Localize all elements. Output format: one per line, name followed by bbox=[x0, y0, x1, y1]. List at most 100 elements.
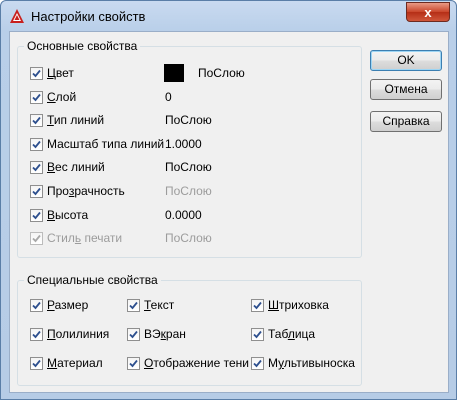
properties-dialog: Настройки свойств x Основные свойства Цв… bbox=[0, 0, 457, 400]
basic-property-checkbox[interactable] bbox=[30, 90, 43, 104]
access-key: П bbox=[47, 327, 56, 341]
special-property-checkbox[interactable] bbox=[251, 357, 264, 370]
checkbox-label[interactable]: Полилиния bbox=[47, 327, 109, 341]
property-value: ПоСлою bbox=[198, 66, 245, 80]
special-property-checkbox[interactable] bbox=[127, 299, 140, 312]
label-text: М bbox=[268, 356, 279, 370]
cancel-button[interactable]: Отмена bbox=[370, 79, 442, 100]
checkmark-icon bbox=[253, 330, 262, 339]
property-value: ПоСлою bbox=[165, 113, 212, 128]
basic-property-checkbox[interactable] bbox=[30, 137, 43, 151]
label-text: азмер bbox=[54, 298, 89, 312]
basic-property-checkbox[interactable] bbox=[30, 67, 43, 80]
checkmark-icon bbox=[253, 359, 262, 368]
access-key: В bbox=[47, 207, 56, 222]
special-property-checkbox[interactable] bbox=[251, 299, 264, 312]
checkmark-icon bbox=[32, 187, 41, 196]
label-text: льтивыноска bbox=[283, 356, 355, 370]
label-text: Стил bbox=[47, 231, 75, 246]
checkbox-label[interactable]: Стиль печати bbox=[47, 231, 122, 245]
property-value: 1.0000 bbox=[165, 136, 202, 151]
label-text: вет bbox=[55, 66, 74, 80]
access-key: С bbox=[47, 89, 56, 104]
checkbox-label[interactable]: Высота bbox=[47, 208, 88, 222]
basic-property-checkbox[interactable] bbox=[30, 114, 43, 128]
basic-properties-legend: Основные свойства bbox=[24, 39, 141, 53]
checkbox-label[interactable]: Тип линий bbox=[47, 113, 104, 127]
checkbox-label[interactable]: Вес линий bbox=[47, 160, 105, 174]
autocad-app-icon bbox=[10, 9, 24, 23]
property-value: ПоСлою bbox=[165, 184, 212, 198]
checkmark-icon bbox=[129, 330, 138, 339]
basic-property-checkbox bbox=[30, 232, 43, 246]
property-value: 0 bbox=[165, 89, 172, 104]
special-property-checkbox[interactable] bbox=[30, 328, 43, 341]
checkbox-label[interactable]: Размер bbox=[47, 298, 88, 312]
special-property-checkbox[interactable] bbox=[251, 328, 264, 341]
basic-property-checkbox[interactable] bbox=[30, 208, 43, 222]
label-text: ес линий bbox=[55, 160, 105, 175]
basic-properties-group: Основные свойства Цвет ПоСлою Слой 0 Тип лин… bbox=[17, 39, 362, 258]
help-button[interactable]: Справка bbox=[370, 111, 442, 132]
dialog-body: Основные свойства Цвет ПоСлою Слой 0 Тип лин… bbox=[9, 31, 449, 393]
checkmark-icon bbox=[32, 301, 41, 310]
special-property-checkbox[interactable] bbox=[30, 299, 43, 312]
label-text: ран bbox=[165, 327, 186, 341]
property-value: ПоСлою bbox=[165, 160, 212, 175]
access-key: Т bbox=[144, 298, 151, 312]
access-key: Т bbox=[47, 113, 54, 128]
access-key: л bbox=[287, 327, 295, 341]
label-text: атериал bbox=[57, 356, 103, 370]
checkmark-icon bbox=[32, 117, 41, 125]
title-bar[interactable]: Настройки свойств x bbox=[1, 1, 456, 31]
label-text: Про bbox=[47, 184, 69, 198]
checkmark-icon bbox=[129, 301, 138, 310]
checkbox-label[interactable]: ВЭкран bbox=[144, 327, 186, 341]
checkbox-label[interactable]: Цвет bbox=[47, 66, 74, 80]
special-properties-legend: Специальные свойства bbox=[24, 273, 161, 287]
checkbox-label[interactable]: Мультивыноска bbox=[268, 356, 355, 370]
close-icon: x bbox=[424, 5, 432, 20]
special-property-checkbox[interactable] bbox=[127, 328, 140, 341]
checkmark-icon bbox=[129, 359, 138, 368]
access-key: Р bbox=[47, 298, 55, 312]
basic-property-checkbox[interactable] bbox=[30, 185, 43, 198]
label-text: ип линий bbox=[53, 113, 105, 128]
window-title: Настройки свойств bbox=[31, 9, 146, 24]
label-text: ВЭ bbox=[144, 327, 161, 341]
close-button[interactable]: x bbox=[406, 2, 450, 22]
special-property-checkbox[interactable] bbox=[30, 357, 43, 370]
color-swatch bbox=[164, 64, 184, 82]
access-key: Ц bbox=[47, 66, 56, 80]
label-text: ица bbox=[294, 327, 316, 341]
special-property-checkbox[interactable] bbox=[127, 357, 140, 370]
checkmark-icon bbox=[32, 359, 41, 368]
checkmark-icon bbox=[32, 93, 41, 101]
checkbox-label[interactable]: Текст bbox=[144, 298, 174, 312]
access-key: О bbox=[144, 356, 154, 370]
checkbox-label[interactable]: Отображение тени bbox=[144, 356, 249, 370]
property-value: 0.0000 bbox=[165, 207, 202, 222]
checkmark-icon bbox=[253, 301, 262, 310]
checkbox-label[interactable]: Таблица bbox=[268, 327, 315, 341]
special-properties-group: Специальные свойства Размер Текст Штриховк… bbox=[17, 273, 362, 386]
checkbox-label[interactable]: Прозрачность bbox=[47, 184, 125, 198]
checkbox-label[interactable]: Масштаб типа линий bbox=[47, 137, 164, 151]
checkmark-icon bbox=[32, 211, 41, 219]
access-key: М bbox=[47, 356, 58, 370]
label-text: екст bbox=[150, 298, 175, 312]
basic-property-checkbox[interactable] bbox=[30, 161, 43, 175]
checkmark-icon bbox=[32, 69, 41, 78]
label-text: Масштаб типа линий bbox=[47, 136, 165, 151]
checkmark-icon bbox=[32, 140, 41, 149]
checkbox-label[interactable]: Материал bbox=[47, 356, 103, 370]
label-text: рачность bbox=[74, 184, 125, 198]
label-text: тображение тени bbox=[153, 356, 250, 370]
access-key: Ш bbox=[268, 298, 279, 312]
label-text: лой bbox=[55, 89, 77, 104]
checkbox-label[interactable]: Слой bbox=[47, 90, 76, 104]
ok-button[interactable]: OK bbox=[370, 50, 442, 71]
label-text: триховка bbox=[279, 298, 329, 312]
label-text: олилиния bbox=[55, 327, 110, 341]
checkbox-label[interactable]: Штриховка bbox=[268, 298, 329, 312]
